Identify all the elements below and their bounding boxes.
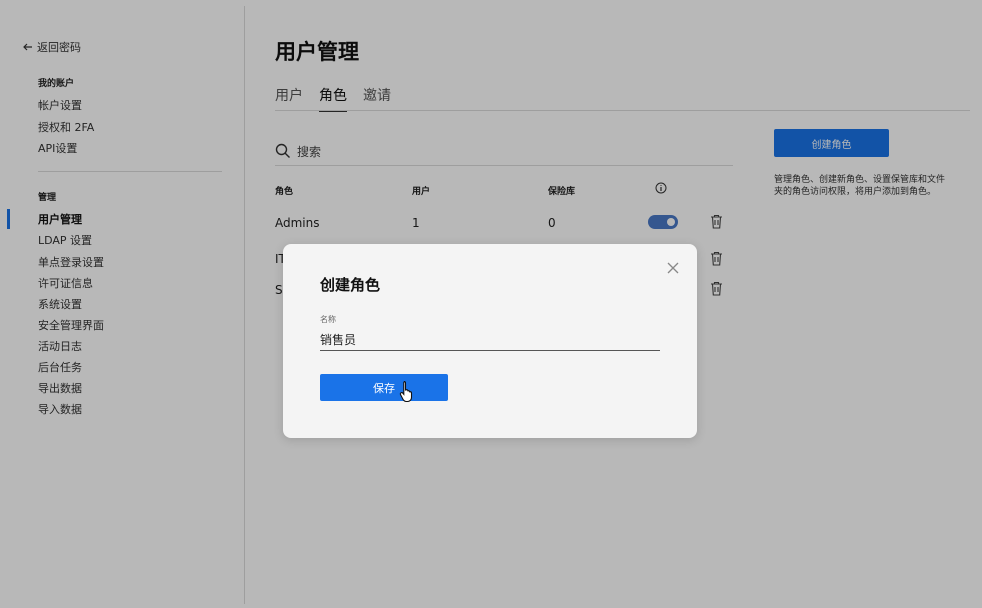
name-field-label: 名称	[320, 315, 336, 324]
close-icon[interactable]	[666, 261, 680, 275]
role-name-input[interactable]	[320, 328, 660, 351]
save-button[interactable]: 保存	[320, 374, 448, 401]
dialog-title: 创建角色	[320, 276, 381, 294]
create-role-dialog: 创建角色 名称 保存	[283, 244, 697, 438]
